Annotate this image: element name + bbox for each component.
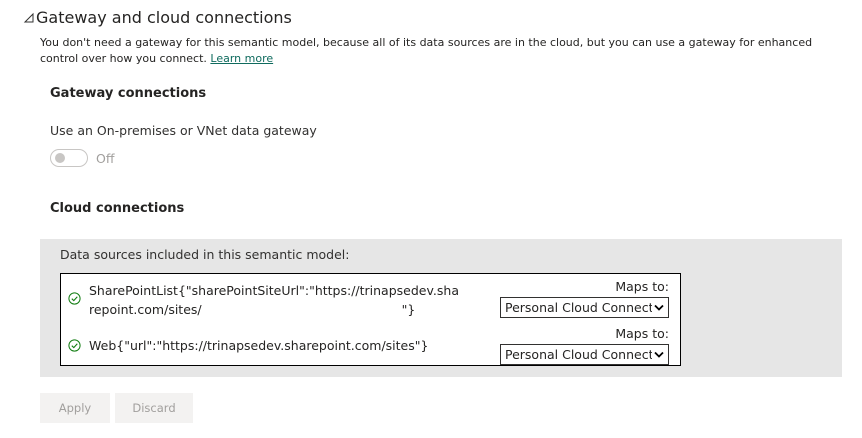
maps-to-label: Maps to: <box>615 326 669 341</box>
description-text: You don't need a gateway for this semant… <box>40 36 813 65</box>
chevron-down-icon <box>652 345 666 364</box>
chevron-down-icon <box>652 298 666 317</box>
data-source-row: SharePointList{"sharePointSiteUrl":"http… <box>61 274 680 320</box>
section-title: Gateway and cloud connections <box>36 7 292 27</box>
connection-select-value: Personal Cloud Connection <box>505 300 652 315</box>
toggle-state-text: Off <box>96 150 115 166</box>
collapse-triangle-icon[interactable] <box>22 7 36 27</box>
section-header[interactable]: Gateway and cloud connections <box>22 7 292 27</box>
connection-select[interactable]: Personal Cloud Connection <box>500 344 669 365</box>
cloud-connections-heading: Cloud connections <box>50 201 185 216</box>
data-source-name-part2: "} <box>401 302 416 317</box>
learn-more-link[interactable]: Learn more <box>210 52 273 65</box>
maps-to-label: Maps to: <box>615 279 669 294</box>
data-source-row: Web{"url":"https://trinapsedev.sharepoin… <box>61 320 680 366</box>
gateway-toggle-label: Use an On-premises or VNet data gateway <box>50 123 317 138</box>
gateway-toggle-row: Off <box>50 149 114 167</box>
toggle-knob <box>55 153 65 163</box>
connection-select[interactable]: Personal Cloud Connection <box>500 297 669 318</box>
check-circle-icon <box>68 292 81 305</box>
gateway-toggle[interactable] <box>50 149 88 167</box>
gateway-connections-heading: Gateway connections <box>50 86 207 101</box>
connection-select-value: Personal Cloud Connection <box>505 347 652 362</box>
data-sources-label: Data sources included in this semantic m… <box>60 247 350 262</box>
discard-button[interactable]: Discard <box>115 393 193 423</box>
apply-button[interactable]: Apply <box>40 393 110 423</box>
data-source-name: Web{"url":"https://trinapsedev.sharepoin… <box>89 338 429 353</box>
cloud-connections-panel: Data sources included in this semantic m… <box>40 239 842 377</box>
check-circle-icon <box>68 339 81 352</box>
data-sources-list: SharePointList{"sharePointSiteUrl":"http… <box>60 273 681 366</box>
section-description: You don't need a gateway for this semant… <box>40 35 850 67</box>
data-source-name: SharePointList{"sharePointSiteUrl":"http… <box>89 281 459 319</box>
